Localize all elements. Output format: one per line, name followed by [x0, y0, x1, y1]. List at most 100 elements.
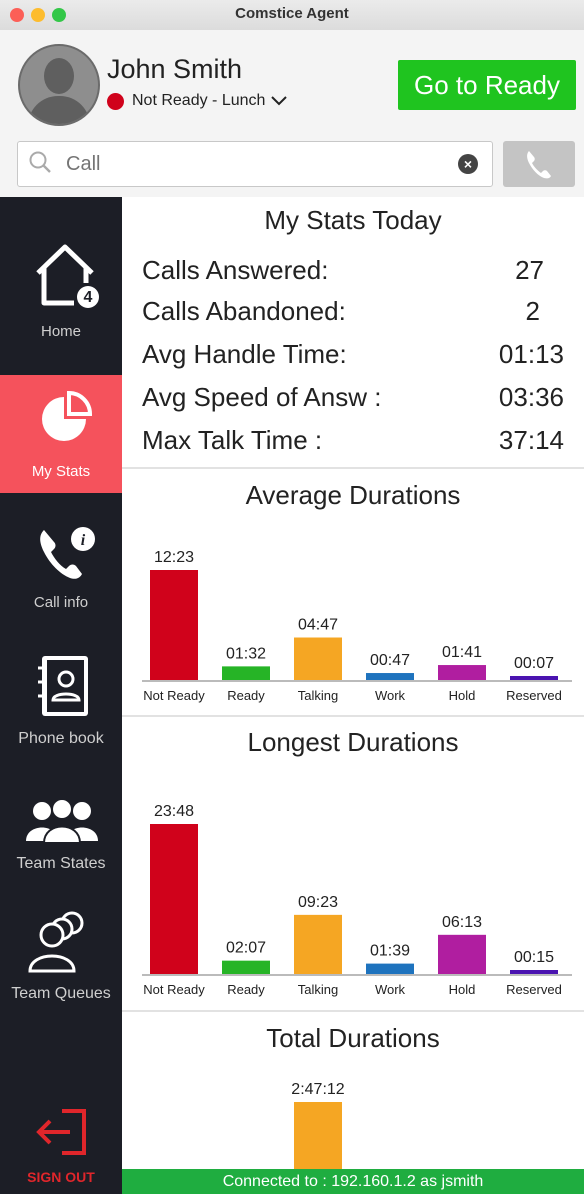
dial-call-button[interactable] [503, 141, 575, 187]
stat-value: 2 [525, 296, 540, 326]
stat-label: Avg Handle Time: [142, 339, 347, 369]
clear-search-icon[interactable]: × [458, 154, 478, 174]
chart-data-label: 00:47 [370, 652, 410, 669]
sidebar-nav: 4 Home My Stats i Call info Phone book T… [0, 197, 122, 1194]
chevron-down-icon [271, 93, 288, 109]
chart-category-label: Not Ready [143, 982, 205, 997]
chart-data-label: 00:07 [514, 655, 554, 672]
status-dot-icon [107, 92, 124, 110]
stat-row: Avg Handle Time: 01:13 [142, 339, 564, 370]
chart-category-label: Work [375, 688, 406, 703]
sidebar-item-team-queues[interactable]: Team Queues [0, 907, 122, 1017]
chart-data-label: 04:47 [298, 617, 338, 634]
chart-category-label: Talking [298, 982, 338, 997]
chart-category-label: Hold [449, 688, 476, 703]
stat-value: 37:14 [498, 425, 564, 455]
chart-bar [438, 934, 486, 974]
chart-bar [366, 963, 414, 974]
title-bar: Comstice Agent [0, 0, 584, 30]
chart-data-label: 12:23 [154, 549, 194, 566]
chart-category-label: Reserved [506, 688, 562, 703]
chart-data-label: 00:15 [514, 949, 554, 966]
sidebar-item-label: Call info [33, 594, 89, 611]
stat-label: Calls Answered: [142, 255, 329, 285]
chart-data-label: 2:47:12 [291, 1081, 344, 1098]
chart-category-label: Ready [227, 982, 265, 997]
queue-icon [28, 911, 84, 973]
sign-out-label: SIGN OUT [27, 1169, 95, 1185]
chart-title: Total Durations [266, 1023, 440, 1053]
stat-row: Calls Answered: 27 [142, 255, 564, 286]
connection-status-bar: Connected to : 192.160.1.2 as jsmith [122, 1169, 584, 1194]
call-search-row: × [0, 135, 584, 197]
call-info-icon: i [40, 527, 95, 579]
sidebar-item-my-stats[interactable]: My Stats [0, 375, 122, 493]
zoom-window-button[interactable] [52, 8, 66, 22]
chart-data-label: 01:41 [442, 644, 482, 661]
agent-header: John Smith Not Ready - Lunch Go to Ready [0, 30, 584, 135]
call-search-box: × [17, 141, 493, 187]
chart-title: Average Durations [245, 480, 461, 510]
sidebar-item-label: Phone book [18, 730, 104, 747]
chart-bar [222, 960, 270, 974]
chart-data-label: 01:39 [370, 943, 410, 960]
agent-status-label: Not Ready - Lunch [132, 92, 266, 109]
chart-category-label: Not Ready [143, 688, 205, 703]
chart-data-label: 01:32 [226, 645, 266, 662]
stats-panel: My Stats Today Calls Answered: 27 Calls … [122, 197, 584, 1194]
divider [122, 715, 584, 717]
chart-bar [222, 666, 270, 680]
stat-label: Calls Abandoned: [142, 296, 346, 326]
pie-chart-icon [42, 390, 93, 441]
sign-out-button[interactable]: SIGN OUT [0, 1107, 122, 1187]
divider [122, 467, 584, 469]
avatar[interactable] [18, 44, 100, 126]
search-icon [29, 151, 51, 173]
chart-category-label: Reserved [506, 982, 562, 997]
stat-value: 01:13 [498, 339, 564, 369]
chart-category-label: Ready [227, 688, 265, 703]
phone-icon [527, 151, 551, 179]
close-window-button[interactable] [10, 8, 24, 22]
call-search-input[interactable] [64, 149, 448, 179]
stat-row: Max Talk Time : 37:14 [142, 425, 564, 456]
sidebar-item-label: Home [40, 323, 81, 340]
sidebar-item-phone-book[interactable]: Phone book [0, 652, 122, 762]
stat-row: Calls Abandoned: 2 [142, 296, 564, 327]
sidebar-item-call-info[interactable]: i Call info [0, 522, 122, 622]
chart-data-label: 09:23 [298, 894, 338, 911]
notification-badge: 4 [83, 289, 93, 306]
team-icon [26, 798, 98, 844]
stats-title: My Stats Today [264, 205, 442, 235]
sidebar-item-label: Team Queues [11, 985, 111, 1002]
chart-data-label: 23:48 [154, 803, 194, 820]
chart-bar [294, 914, 342, 974]
go-to-ready-button[interactable]: Go to Ready [398, 60, 576, 110]
divider [122, 1010, 584, 1012]
stat-row: Avg Speed of Answ : 03:36 [142, 382, 564, 413]
agent-status-dropdown[interactable]: Not Ready - Lunch [107, 92, 288, 110]
chart-category-label: Talking [298, 688, 338, 703]
svg-text:i: i [81, 532, 86, 549]
chart-bar [438, 665, 486, 680]
stat-label: Max Talk Time : [142, 425, 323, 455]
stat-value: 03:36 [498, 382, 564, 412]
window-title: Comstice Agent [235, 5, 349, 22]
minimize-window-button[interactable] [31, 8, 45, 22]
phone-book-icon [38, 656, 88, 716]
chart-bar [510, 970, 558, 974]
chart-bar [510, 676, 558, 680]
chart-category-label: Work [375, 982, 406, 997]
chart-data-label: 06:13 [442, 914, 482, 931]
sidebar-item-team-states[interactable]: Team States [0, 797, 122, 897]
chart-category-label: Hold [449, 982, 476, 997]
chart-title: Longest Durations [247, 727, 459, 757]
chart-data-label: 02:07 [226, 940, 266, 957]
sidebar-item-home[interactable]: 4 Home [0, 239, 122, 359]
average-durations-chart: 12:23 Not Ready 01:32 Ready 04:47 Talking 00:4… [142, 549, 572, 703]
chart-bar [150, 824, 198, 974]
agent-name: John Smith [107, 54, 243, 84]
stat-label: Avg Speed of Answ : [142, 382, 382, 412]
chart-bar [366, 673, 414, 680]
app-window: Comstice Agent John Smith Not Ready - Lu… [0, 0, 584, 1194]
